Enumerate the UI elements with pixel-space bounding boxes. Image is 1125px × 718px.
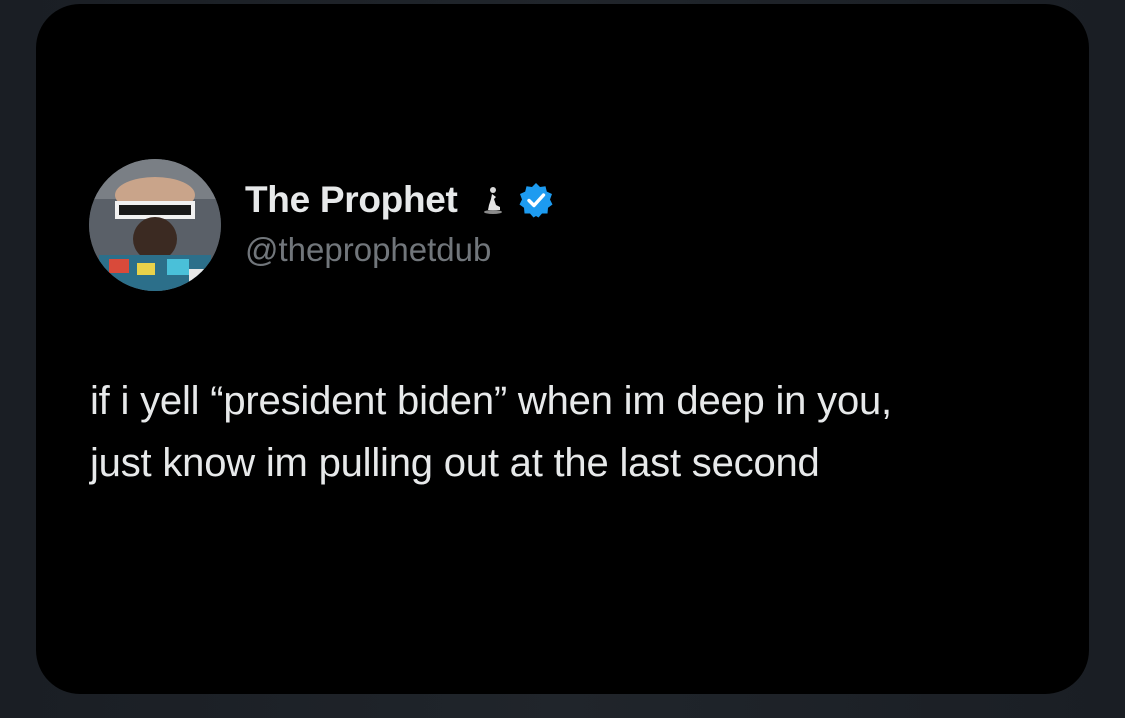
verified-badge-icon — [518, 182, 554, 218]
name-row: The Prophet — [245, 176, 554, 224]
avatar[interactable] — [89, 159, 221, 291]
tweet-card[interactable]: The Prophet @theprophetdub if i yell “pr… — [36, 4, 1089, 694]
author-block: The Prophet @theprophetdub — [245, 176, 554, 270]
avatar-image — [89, 159, 221, 291]
praying-figure-icon — [480, 185, 504, 215]
screenshot-page: The Prophet @theprophetdub if i yell “pr… — [0, 0, 1125, 718]
tweet-text: if i yell “president biden” when im deep… — [90, 379, 892, 485]
handle[interactable]: @theprophetdub — [245, 230, 554, 270]
display-name[interactable]: The Prophet — [245, 176, 458, 224]
